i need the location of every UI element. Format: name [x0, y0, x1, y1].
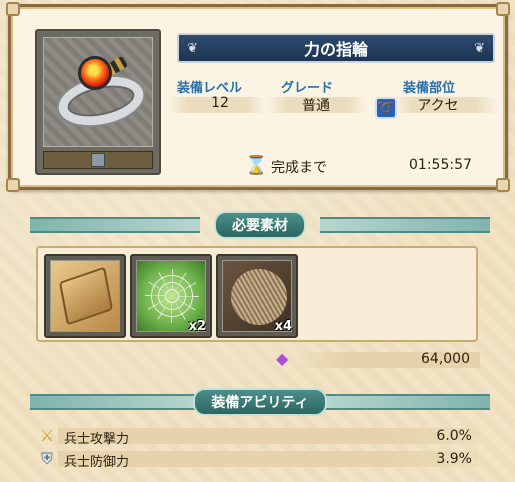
- materials-panel: x2 x4: [36, 246, 478, 342]
- material-count: x2: [188, 319, 206, 334]
- ring-image: [43, 37, 153, 147]
- grade-value: 普通: [302, 98, 330, 114]
- scroll-icon: [50, 260, 120, 332]
- gem-icon: [78, 56, 112, 90]
- level-label: 装備レベル: [177, 81, 243, 96]
- item-info-panel: ❦ 力の指輪 ❦ 装備レベル 12 グレード 普通 ➰ 装備部位 アクセ ⌛ 完…: [6, 2, 510, 192]
- ability-row: ⚔ 兵士攻撃力 6.0%: [36, 425, 478, 447]
- item-footer-bar: [43, 151, 153, 169]
- abilities-header: 装備アビリティ: [30, 388, 490, 416]
- shield-icon: ⛨: [40, 449, 53, 468]
- slot-value: アクセ: [417, 98, 459, 114]
- ability-name: 兵士攻撃力: [64, 432, 130, 447]
- materials-header: 必要素材: [30, 211, 490, 239]
- header-ornament: [320, 217, 490, 233]
- hourglass-icon: ⌛: [245, 155, 268, 176]
- sword-icon: ⚔: [39, 426, 55, 445]
- panel-corner: [496, 2, 510, 16]
- item-name: 力の指輪: [303, 40, 368, 59]
- header-ornament: [320, 394, 490, 410]
- material-slot-fur[interactable]: x4: [216, 254, 298, 338]
- accessory-slot-icon: ➰: [375, 97, 397, 119]
- materials-title: 必要素材: [214, 211, 306, 239]
- ability-value: 6.0%: [436, 428, 472, 444]
- ornament-icon: ❦: [187, 41, 198, 56]
- material-slot-scroll[interactable]: [44, 254, 126, 338]
- crystal-icon: ◆: [276, 349, 289, 368]
- material-slot-web[interactable]: x2: [130, 254, 212, 338]
- ability-name: 兵士防御力: [64, 455, 130, 470]
- cost-value: 64,000: [421, 351, 470, 367]
- panel-corner: [6, 178, 20, 192]
- fur-shape: [231, 269, 287, 325]
- timer-value: 01:55:57: [409, 157, 472, 173]
- material-count: x4: [274, 319, 292, 334]
- item-title-bar: ❦ 力の指輪 ❦: [177, 33, 495, 63]
- panel-corner: [496, 178, 510, 192]
- header-ornament: [30, 217, 200, 233]
- web-shape: [145, 269, 199, 323]
- ability-row: ⛨ 兵士防御力 3.9%: [36, 448, 478, 470]
- timer-label: 完成まで: [271, 160, 327, 176]
- scroll-shape: [58, 266, 114, 326]
- slot-label: 装備部位: [403, 81, 456, 96]
- header-ornament: [30, 394, 200, 410]
- level-value: 12: [211, 95, 229, 111]
- slot-icon: [91, 153, 105, 167]
- grade-label: グレード: [281, 81, 334, 96]
- ornament-icon: ❦: [474, 41, 485, 56]
- ability-value: 3.9%: [436, 451, 472, 467]
- panel-corner: [6, 2, 20, 16]
- abilities-title: 装備アビリティ: [193, 388, 327, 416]
- item-portrait[interactable]: [35, 29, 161, 175]
